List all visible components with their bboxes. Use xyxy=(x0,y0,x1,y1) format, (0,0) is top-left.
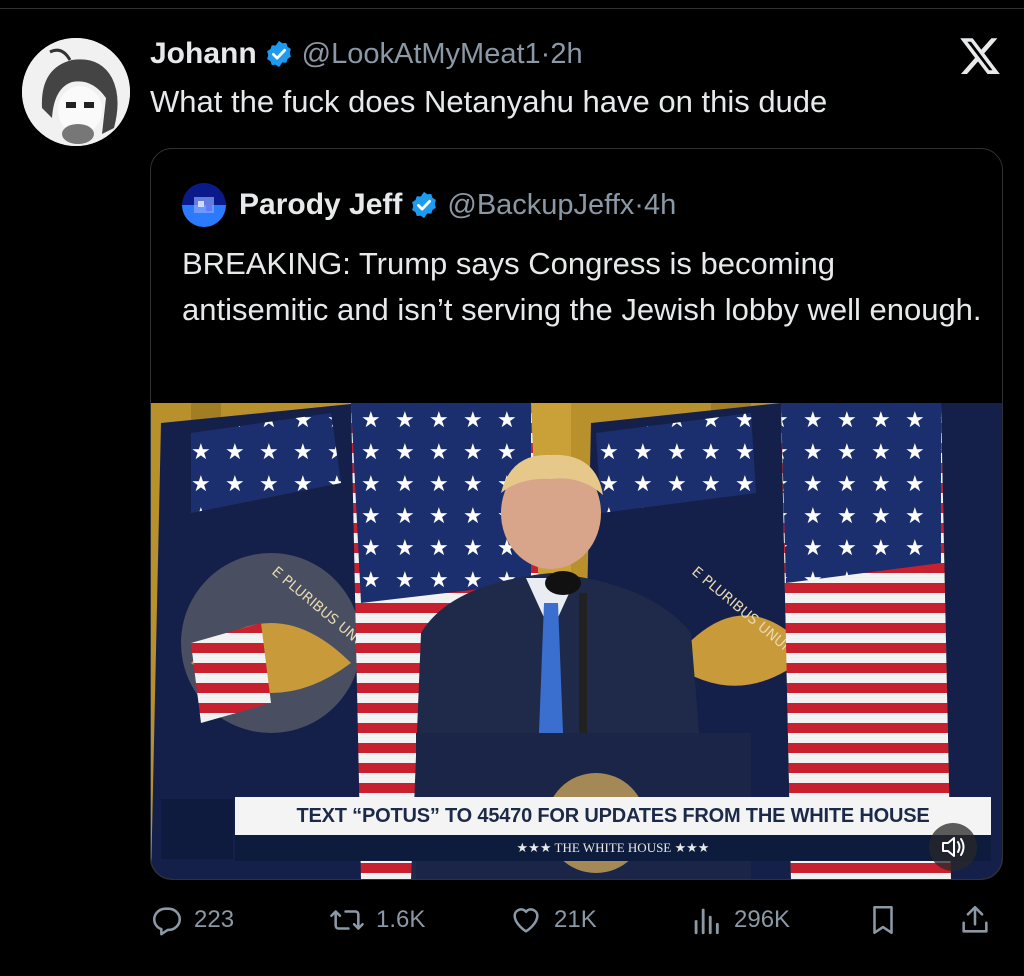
verified-badge-icon xyxy=(412,191,437,219)
views-icon xyxy=(694,908,719,935)
verified-badge-icon xyxy=(266,40,291,68)
author-avatar[interactable] xyxy=(22,38,130,146)
quoted-post-time[interactable]: 4h xyxy=(644,189,676,222)
bookmark-button[interactable] xyxy=(866,890,910,950)
quoted-post-card[interactable]: Parody Jeff @BackupJeffx · 4h BREAKING: … xyxy=(150,148,1003,880)
like-count: 21K xyxy=(554,906,597,933)
quoted-header: Parody Jeff @BackupJeffx · 4h xyxy=(182,183,676,227)
video-ticker: TEXT “POTUS” TO 45470 FOR UPDATES FROM T… xyxy=(235,797,991,835)
quoted-author-name[interactable]: Parody Jeff xyxy=(239,188,402,222)
action-bar: 223 1.6K 21K 296K xyxy=(0,890,1024,950)
quoted-author-handle[interactable]: @BackupJeffx xyxy=(447,189,634,222)
author-name[interactable]: Johann xyxy=(150,37,257,71)
quoted-author-avatar[interactable] xyxy=(182,183,226,227)
post-time[interactable]: 2h xyxy=(550,38,582,71)
like-button[interactable]: 21K xyxy=(508,890,597,950)
quoted-video[interactable]: ★ E PLURIBUS UNUM E PLURIBUS UNUM xyxy=(151,403,1002,879)
share-icon xyxy=(962,905,988,933)
repost-count: 1.6K xyxy=(376,906,426,933)
handle-separator: · xyxy=(634,188,644,221)
bookmark-icon xyxy=(873,905,893,935)
handle-separator: · xyxy=(540,37,551,70)
repost-icon xyxy=(330,910,364,930)
sound-icon[interactable] xyxy=(929,823,977,871)
post-header: Johann @LookAtMyMeat1 · 2h xyxy=(150,34,583,74)
views-button[interactable]: 296K xyxy=(688,890,790,950)
like-icon xyxy=(513,908,539,933)
reply-button[interactable]: 223 xyxy=(150,890,234,950)
views-count: 296K xyxy=(734,906,791,933)
reply-count: 223 xyxy=(194,906,235,933)
share-button[interactable] xyxy=(958,890,1002,950)
author-handle[interactable]: @LookAtMyMeat1 xyxy=(302,38,541,71)
top-divider xyxy=(0,8,1024,9)
repost-button[interactable]: 1.6K xyxy=(328,890,425,950)
quoted-post-text: BREAKING: Trump says Congress is becomin… xyxy=(182,246,982,327)
white-house-logo xyxy=(161,799,233,859)
x-logo-icon[interactable] xyxy=(958,34,1002,78)
post-text: What the fuck does Netanyahu have on thi… xyxy=(150,84,828,119)
reply-icon xyxy=(152,907,182,936)
video-ticker-subtitle: ★★★ THE WHITE HOUSE ★★★ xyxy=(235,835,991,861)
